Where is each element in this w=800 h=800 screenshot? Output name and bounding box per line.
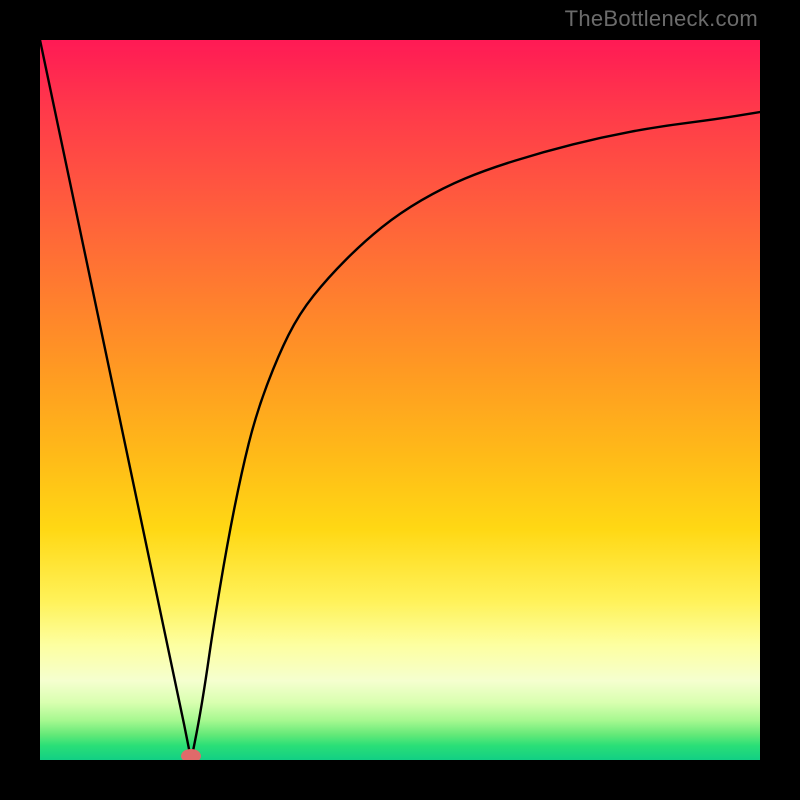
chart-frame: TheBottleneck.com xyxy=(0,0,800,800)
watermark-text: TheBottleneck.com xyxy=(565,6,758,32)
plot-area xyxy=(40,40,760,760)
bottleneck-curve xyxy=(40,40,760,760)
curve-svg xyxy=(40,40,760,760)
